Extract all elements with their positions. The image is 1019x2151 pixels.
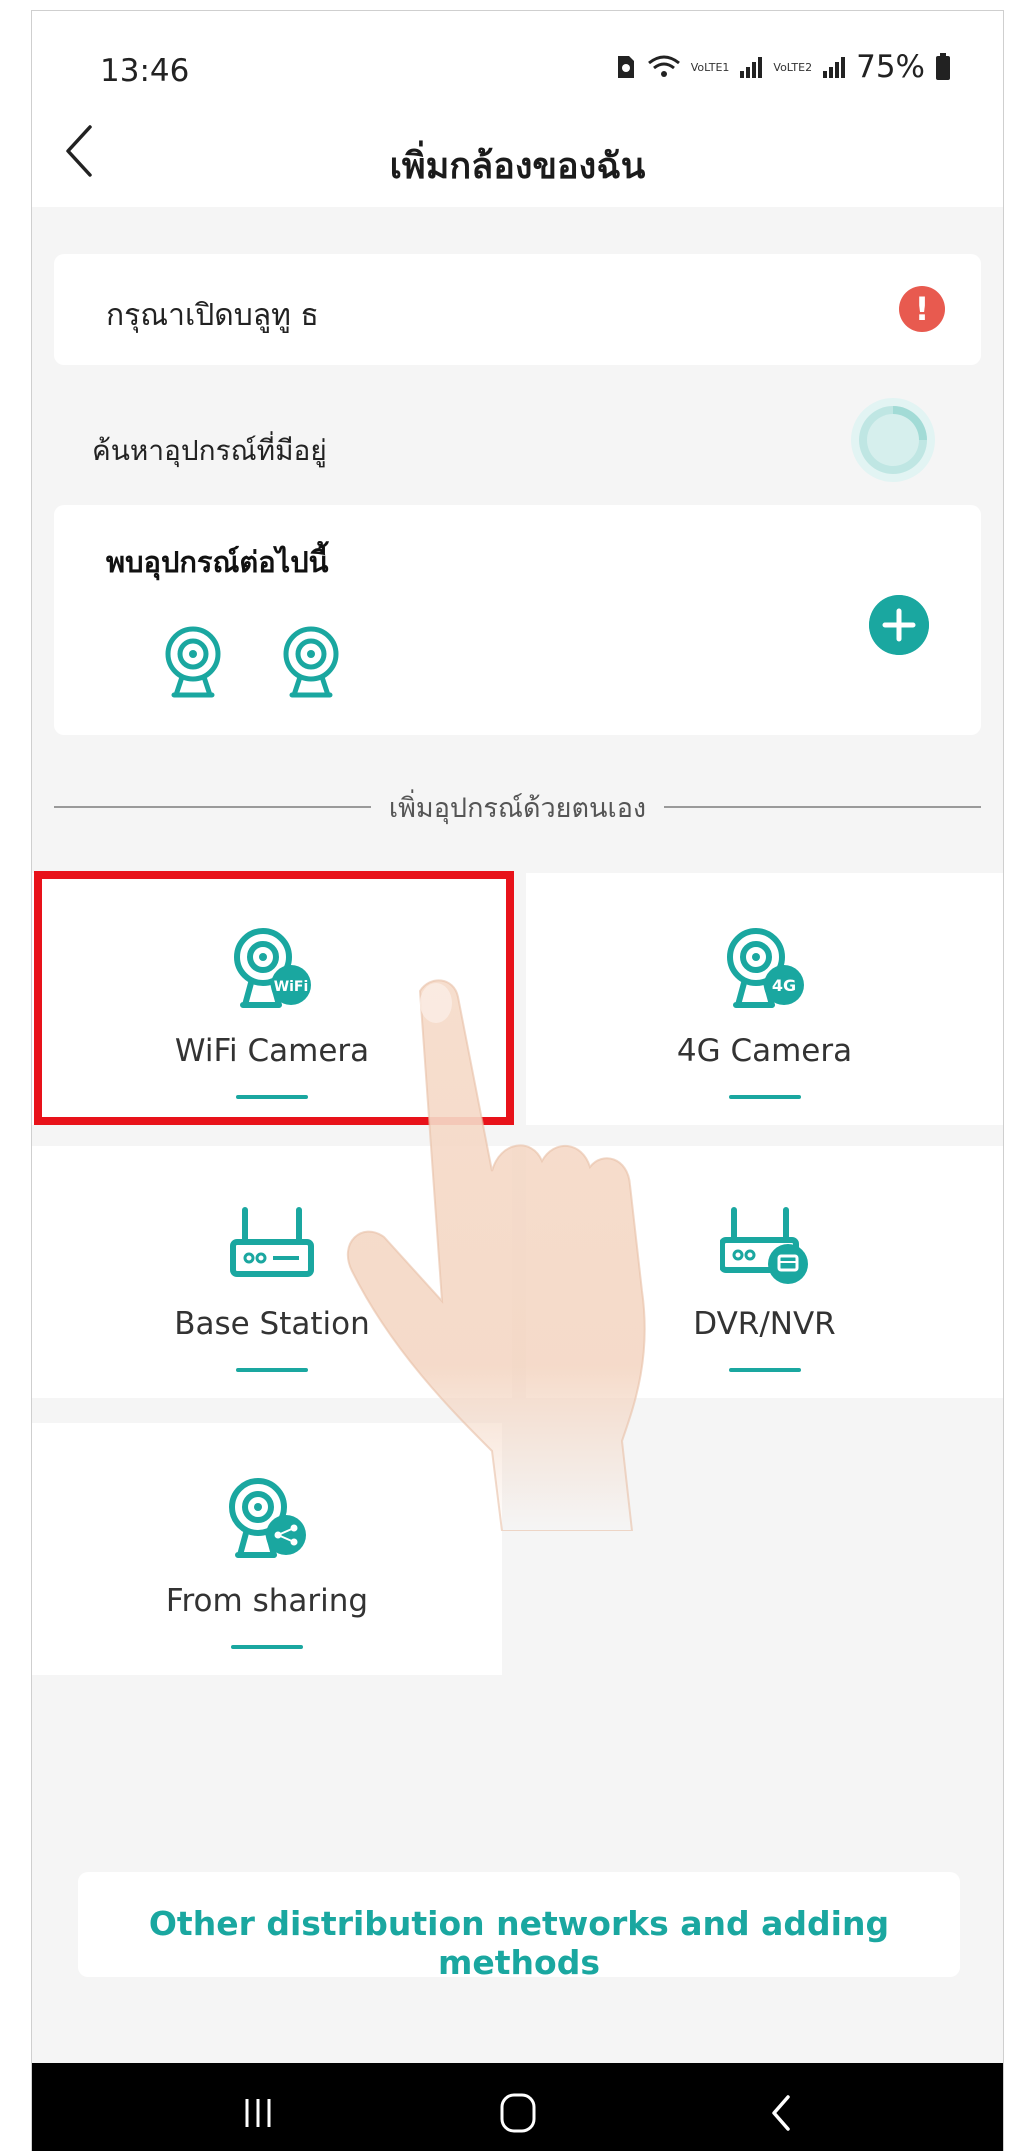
- status-time: 13:46: [100, 53, 190, 89]
- bluetooth-label: กรุณาเปิดบลูทู ธ: [106, 298, 319, 333]
- tile-underline: [231, 1645, 303, 1649]
- battery-percent: 75%: [856, 49, 925, 85]
- tile-label: From sharing: [165, 1583, 369, 1619]
- divider-line: [664, 806, 981, 808]
- battery-icon: [936, 53, 950, 80]
- dvr-nvr-icon: [719, 1207, 808, 1284]
- 4g-badge: 4G: [771, 976, 795, 995]
- back-nav-icon[interactable]: [757, 2091, 807, 2135]
- status-icons: VoLTE1 VoLTE2 75%: [615, 49, 951, 85]
- network-label-2: VoLTE2: [773, 60, 813, 74]
- network-label-1: VoLTE1: [690, 60, 730, 74]
- manual-add-label: เพิ่มอุปกรณ์ด้วยตนเอง: [388, 792, 647, 824]
- tile-underline: [236, 1368, 308, 1372]
- recent-apps-icon[interactable]: [233, 2091, 283, 2135]
- bluetooth-card[interactable]: กรุณาเปิดบลูทู ธ !: [54, 254, 981, 365]
- wifi-icon: [647, 55, 680, 77]
- signal-icon-2: [823, 57, 846, 78]
- pointing-hand-icon: [346, 979, 646, 1531]
- found-devices-title: พบอุปกรณ์ต่อไปนี้: [106, 545, 329, 579]
- other-methods-card[interactable]: Other distribution networks and adding m…: [78, 1872, 960, 1982]
- divider-line: [54, 806, 371, 808]
- sim-icon: [617, 56, 634, 78]
- camera-device-icon[interactable]: [162, 623, 224, 701]
- search-label: ค้นหาอุปกรณ์ที่มีอยู่: [92, 434, 327, 467]
- tile-underline: [728, 1095, 801, 1099]
- share-camera-icon: [229, 1478, 306, 1558]
- signal-icon-1: [740, 57, 763, 78]
- alert-icon: !: [899, 286, 945, 332]
- scanning-spinner-icon: [851, 398, 935, 482]
- system-nav-bar: [32, 2063, 1003, 2151]
- base-station-icon: [230, 1207, 314, 1277]
- phone-screen: 13:46 VoLTE1 VoLTE2 75% เพิ่มกล้องของฉัน…: [31, 10, 1004, 2151]
- other-methods-link[interactable]: Other distribution networks and adding m…: [78, 1904, 960, 1982]
- 4g-camera-icon: 4G: [726, 928, 804, 1008]
- tile-underline: [728, 1368, 801, 1372]
- camera-device-icon[interactable]: [280, 623, 342, 701]
- home-icon[interactable]: [493, 2091, 543, 2135]
- page-title: เพิ่มกล้องของฉัน: [389, 146, 646, 187]
- app-header: 13:46 VoLTE1 VoLTE2 75% เพิ่มกล้องของฉัน: [32, 11, 1003, 207]
- manual-add-divider: เพิ่มอุปกรณ์ด้วยตนเอง: [54, 787, 981, 827]
- found-devices-card: พบอุปกรณ์ต่อไปนี้: [54, 505, 981, 735]
- add-plus-icon[interactable]: [869, 595, 929, 655]
